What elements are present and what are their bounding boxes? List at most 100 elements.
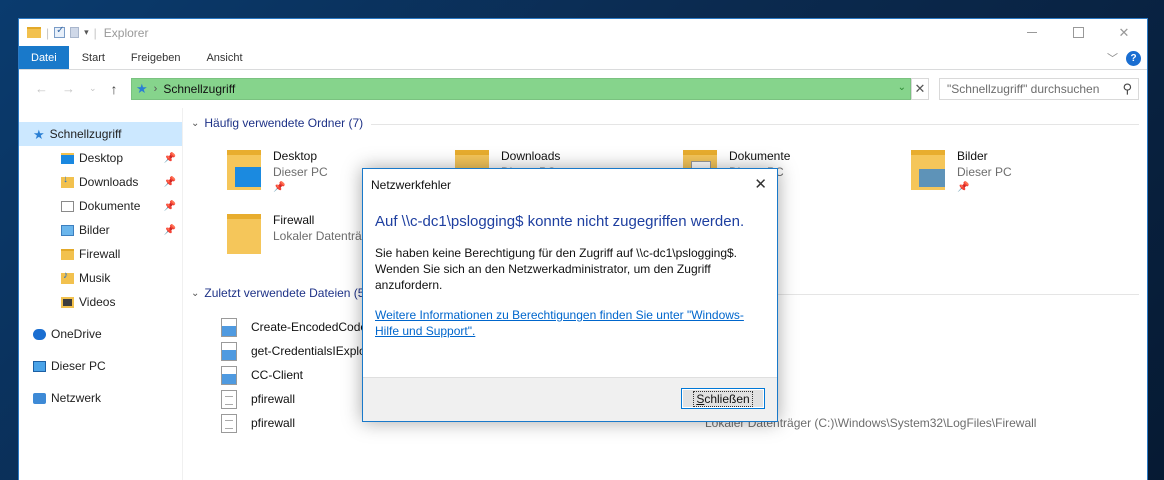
address-row: ← → ⌄ ↑ ★ › Schnellzugriff ⌄ ✕ "Schnellz… (19, 70, 1147, 107)
tab-freigeben[interactable]: Freigeben (118, 46, 194, 69)
sidebar-item-label: Desktop (79, 151, 124, 165)
tab-ansicht[interactable]: Ansicht (193, 46, 255, 69)
sidebar-item-videos[interactable]: Videos (19, 290, 182, 314)
music-folder-icon (61, 270, 74, 284)
dialog-footer: Schließen (363, 377, 777, 421)
breadcrumb-chevron-icon[interactable]: › (154, 83, 158, 95)
recent-files-header[interactable]: ⌄ Zuletzt verwendete Dateien (5) (191, 286, 368, 300)
frequent-folders-header[interactable]: ⌄ Häufig verwendete Ordner (7) (191, 116, 363, 130)
address-dropdown-icon[interactable]: ⌄ (898, 82, 906, 93)
sidebar-item-label: Firewall (79, 247, 121, 261)
folder-name: Firewall (273, 213, 315, 227)
help-icon[interactable]: ? (1126, 50, 1141, 66)
dialog-heading: Auf \\c-dc1\pslogging$ konnte nicht zuge… (375, 213, 745, 230)
help-link[interactable]: Weitere Informationen zu Berechtigungen … (375, 307, 765, 339)
ribbon-right: ﹀ ? (1107, 50, 1141, 66)
navigation-buttons: ← → ⌄ ↑ (19, 81, 131, 97)
folder-name: Dokumente (729, 149, 791, 163)
documents-folder-icon (61, 200, 74, 212)
folder-location: Dieser PC (957, 165, 1012, 179)
sidebar-item-label: Netzwerk (51, 391, 102, 405)
close-button[interactable]: Schließen (681, 388, 765, 409)
sidebar-item-downloads[interactable]: Downloads 📌 (19, 170, 182, 194)
file-name: pfirewall (251, 392, 296, 406)
recent-locations-icon[interactable]: ⌄ (89, 83, 97, 94)
folder-tile-pictures[interactable]: Bilder Dieser PC 📌 (911, 148, 1012, 196)
sidebar-item-label: Dokumente (79, 199, 141, 213)
star-icon: ★ (136, 81, 148, 96)
pictures-folder-icon (911, 150, 945, 190)
sidebar-item-this-pc[interactable]: Dieser PC (19, 354, 182, 378)
pin-icon: 📌 (163, 200, 176, 212)
folder-icon (227, 214, 261, 254)
sidebar-item-documents[interactable]: Dokumente 📌 (19, 194, 182, 218)
maximize-button[interactable] (1055, 19, 1101, 46)
sidebar-item-pictures[interactable]: Bilder 📌 (19, 218, 182, 242)
close-icon[interactable]: ✕ (754, 175, 767, 193)
expand-ribbon-icon[interactable]: ﹀ (1107, 50, 1118, 66)
sidebar-item-label: Musik (79, 271, 111, 285)
sidebar-item-label: Dieser PC (51, 359, 106, 373)
customize-qat-icon[interactable]: ▾ (84, 27, 89, 38)
folder-icon (61, 248, 74, 260)
sidebar-item-network[interactable]: Netzwerk (19, 386, 182, 410)
dialog-title-bar: Netzwerkfehler ✕ (363, 169, 777, 201)
chevron-down-icon[interactable]: ⌄ (191, 118, 199, 129)
qat-separator: | (93, 25, 97, 40)
tab-start[interactable]: Start (69, 46, 118, 69)
section-title: Häufig verwendete Ordner (7) (204, 116, 364, 130)
pin-icon: 📌 (163, 152, 176, 164)
downloads-folder-icon (61, 174, 74, 188)
folder-name: Bilder (957, 149, 988, 163)
sidebar-item-music[interactable]: Musik (19, 266, 182, 290)
quick-access-toolbar: | ▾ | Explorer (27, 25, 149, 40)
properties-icon[interactable] (54, 25, 66, 38)
address-bar[interactable]: ★ › Schnellzugriff ⌄ (131, 78, 911, 100)
sidebar-item-label: OneDrive (51, 327, 102, 341)
close-button-label: Schließen (693, 390, 753, 407)
qat-separator: | (46, 25, 50, 40)
folder-name: Desktop (273, 149, 318, 163)
minimize-button[interactable] (1009, 19, 1055, 46)
breadcrumb-quick-access[interactable]: Schnellzugriff (163, 82, 235, 96)
folder-location: Dieser PC (273, 165, 328, 179)
folder-tile-firewall[interactable]: Firewall Lokaler Datenträ... (227, 212, 372, 254)
videos-folder-icon (61, 296, 74, 308)
file-name: get-CredentialsIExplo (251, 344, 366, 358)
tab-datei[interactable]: Datei (19, 46, 69, 69)
network-error-dialog: Netzwerkfehler ✕ Auf \\c-dc1\pslogging$ … (362, 168, 778, 422)
chevron-down-icon[interactable]: ⌄ (191, 288, 199, 299)
folder-icon (27, 27, 41, 38)
sidebar-item-label: Bilder (79, 223, 110, 237)
network-icon (33, 392, 46, 404)
cloud-icon (33, 328, 46, 340)
search-input[interactable]: "Schnellzugriff" durchsuchen ⚲ (939, 78, 1139, 100)
pin-icon: 📌 (957, 182, 970, 193)
pictures-folder-icon (61, 224, 74, 236)
folder-tile-desktop[interactable]: Desktop Dieser PC 📌 (227, 148, 328, 196)
sidebar-item-label: Downloads (79, 175, 139, 189)
search-icon[interactable]: ⚲ (1122, 81, 1132, 97)
divider (371, 124, 1139, 125)
sidebar-item-firewall[interactable]: Firewall (19, 242, 182, 266)
window-title: Explorer (103, 25, 149, 40)
sidebar-item-quick-access[interactable]: ★ Schnellzugriff (19, 122, 182, 146)
close-window-button[interactable]: ✕ (1101, 19, 1147, 46)
back-arrow-icon[interactable]: ← (35, 81, 48, 96)
navigation-pane: ★ Schnellzugriff Desktop 📌 Downloads 📌 D… (19, 108, 183, 480)
folder-location: Lokaler Datenträ... (273, 229, 372, 243)
pin-icon: 📌 (163, 224, 176, 236)
desktop-folder-icon (227, 150, 261, 190)
new-folder-icon[interactable] (70, 27, 80, 38)
up-arrow-icon[interactable]: ↑ (111, 81, 118, 97)
cancel-icon[interactable]: ✕ (911, 78, 929, 100)
text-file-icon (221, 413, 237, 433)
sidebar-item-desktop[interactable]: Desktop 📌 (19, 146, 182, 170)
sidebar-item-label: Schnellzugriff (49, 127, 122, 141)
script-file-icon (221, 365, 237, 385)
sidebar-item-onedrive[interactable]: OneDrive (19, 322, 182, 346)
title-bar: | ▾ | Explorer ✕ (19, 19, 1147, 46)
forward-arrow-icon[interactable]: → (62, 81, 75, 96)
window-controls: ✕ (1009, 19, 1147, 46)
folder-name: Downloads (501, 149, 561, 163)
